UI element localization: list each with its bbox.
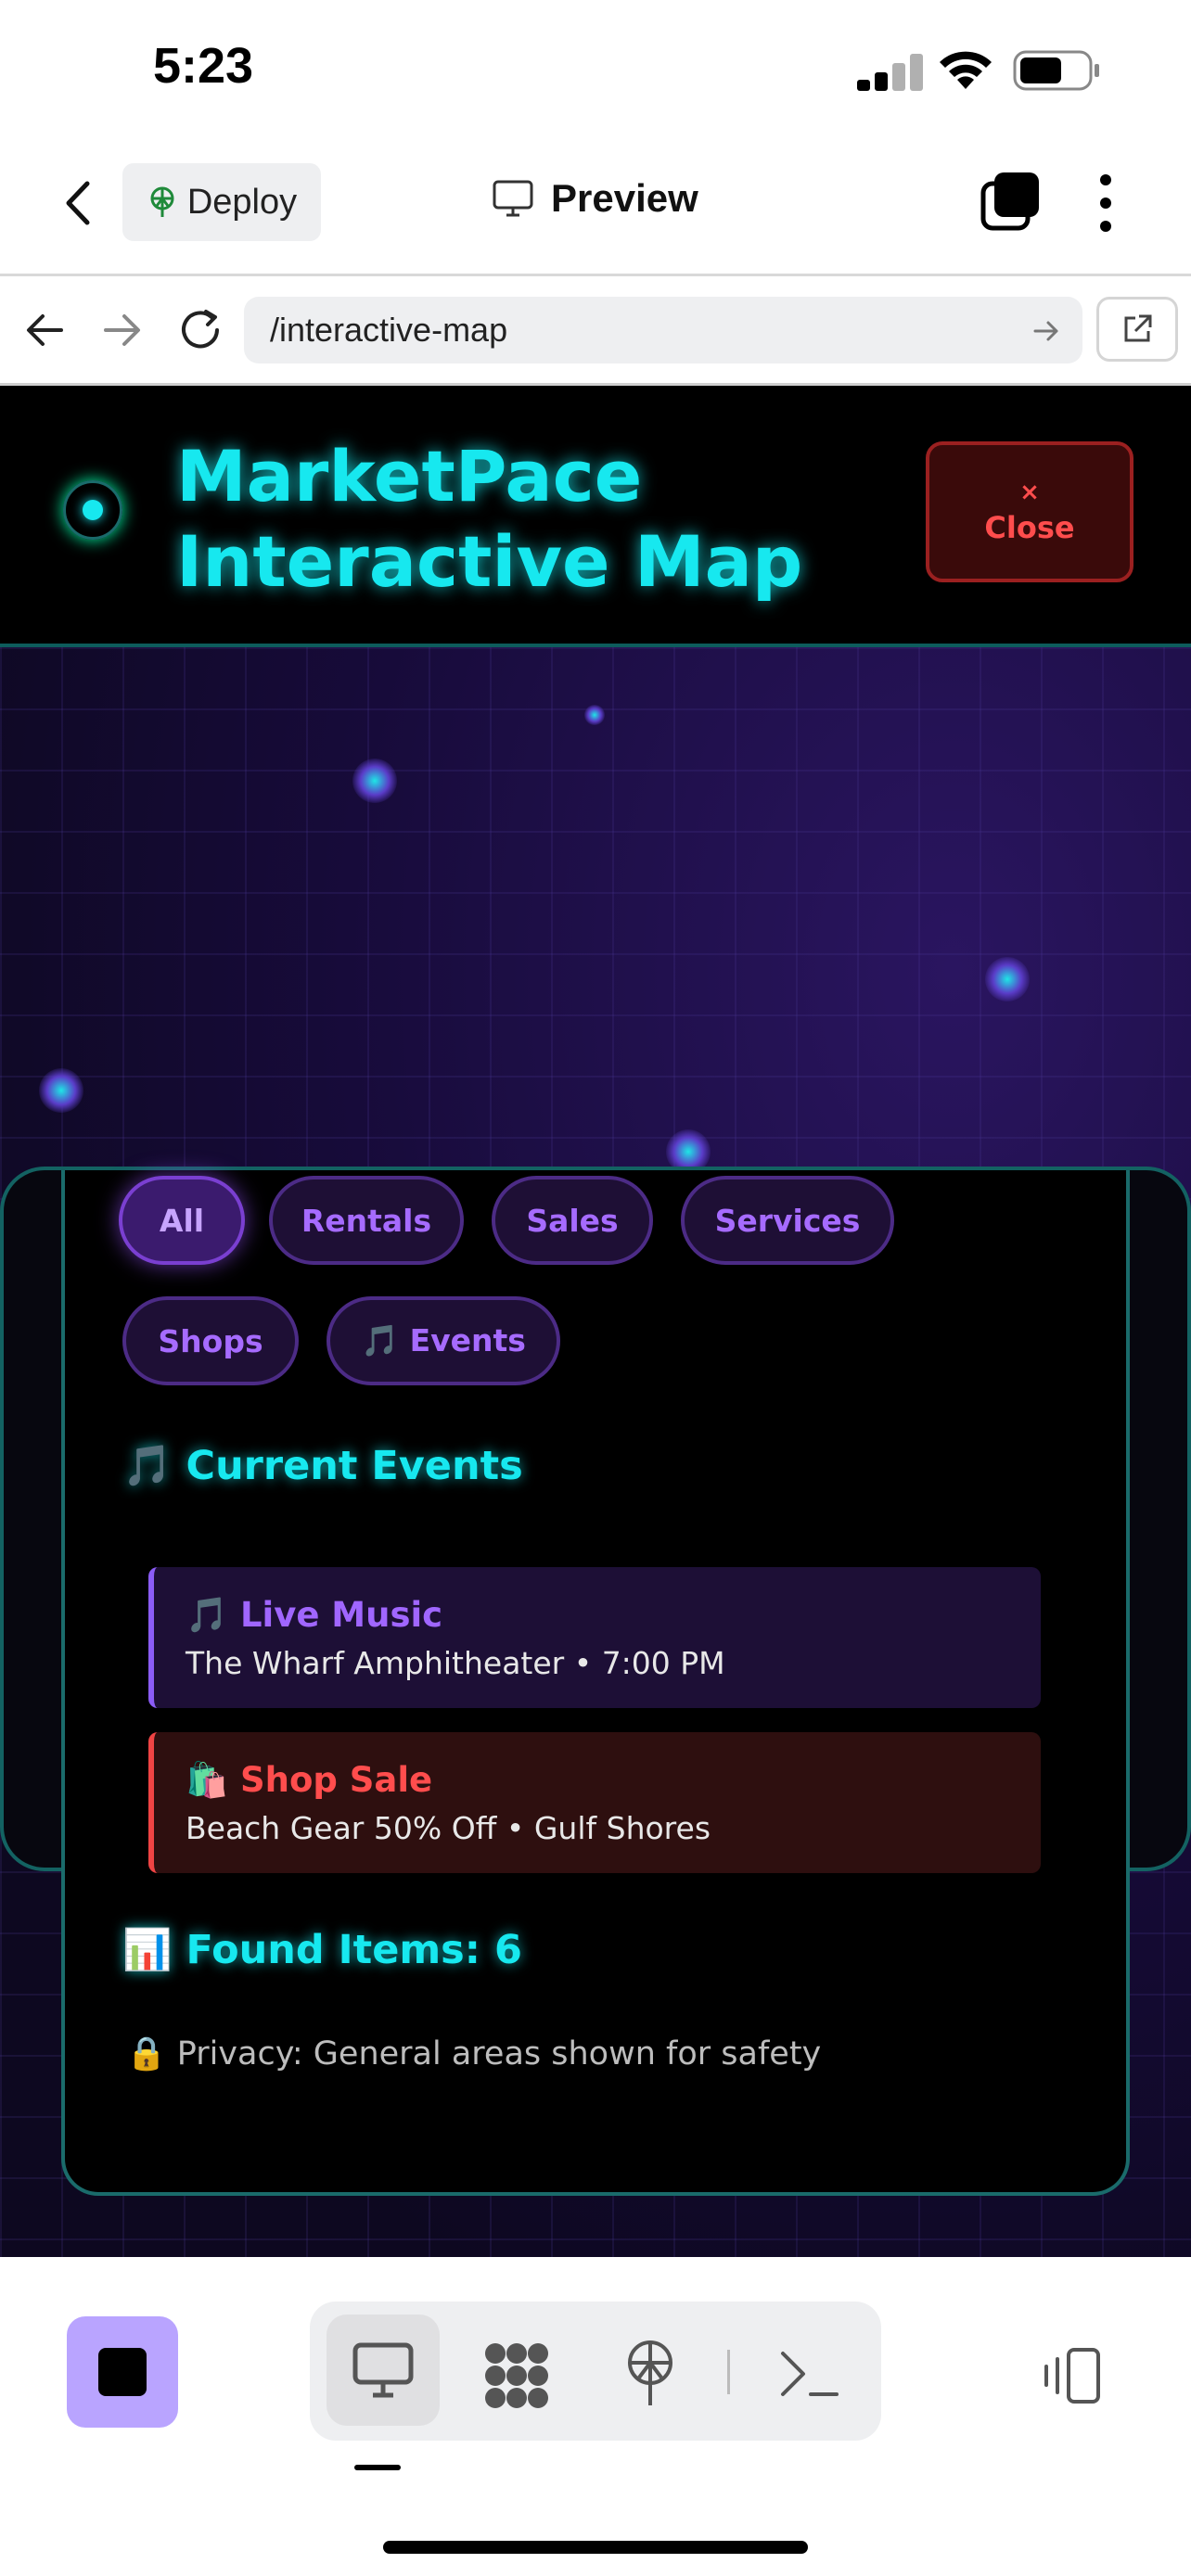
stop-button[interactable] (67, 2316, 178, 2428)
site-header: MarketPace Interactive Map × Close (0, 386, 1191, 647)
home-indicator (383, 2541, 808, 2554)
desktop-icon (352, 2342, 414, 2398)
event-card-live-music[interactable]: 🎵 Live Music The Wharf Amphitheater • 7:… (148, 1567, 1041, 1708)
event-subtitle: The Wharf Amphitheater • 7:00 PM (186, 1645, 725, 1681)
map-marker[interactable] (985, 957, 1030, 1001)
close-button[interactable]: × Close (926, 441, 1133, 582)
cellular-signal-icon (857, 52, 923, 91)
event-subtitle: Beach Gear 50% Off • Gulf Shores (186, 1810, 711, 1846)
more-options-icon[interactable] (1095, 172, 1117, 234)
terminal-icon[interactable] (779, 2348, 840, 2400)
app-header: Deploy Preview (0, 139, 1191, 276)
view-mode-group (310, 2302, 881, 2441)
filter-chip-shops[interactable]: Shops (122, 1296, 299, 1385)
back-chevron-icon[interactable] (58, 178, 100, 228)
map-marker[interactable] (352, 759, 397, 803)
preview-title: Preview (492, 176, 698, 221)
preview-label: Preview (551, 176, 698, 220)
filter-chip-all[interactable]: All (119, 1176, 245, 1265)
url-bar-row: /interactive-map (0, 276, 1191, 386)
external-link-icon (1124, 314, 1152, 342)
deploy-globe-icon[interactable] (623, 2340, 677, 2407)
site-title-line1: MarketPace (176, 435, 643, 517)
status-time: 5:23 (153, 38, 254, 94)
close-icon: × (1019, 478, 1040, 506)
found-items-count: 📊 Found Items: 6 (122, 1927, 522, 1973)
bottom-toolbar (0, 2257, 1191, 2576)
url-field[interactable]: /interactive-map (244, 297, 1082, 363)
battery-icon (1013, 50, 1099, 91)
deploy-icon (150, 186, 174, 217)
components-icon[interactable] (482, 2342, 551, 2409)
privacy-notice: 🔒 Privacy: General areas shown for safet… (126, 2035, 822, 2072)
event-title: 🎵 Live Music (186, 1595, 443, 1635)
url-text: /interactive-map (270, 311, 508, 349)
site-title: MarketPace Interactive Map (176, 434, 802, 605)
nav-back-icon[interactable] (24, 312, 65, 349)
event-card-shop-sale[interactable]: 🛍️ Shop Sale Beach Gear 50% Off • Gulf S… (148, 1732, 1041, 1873)
filter-chip-sales[interactable]: Sales (492, 1176, 653, 1265)
filter-chip-events[interactable]: 🎵 Events (327, 1296, 560, 1385)
current-events-heading: 🎵 Current Events (122, 1443, 523, 1489)
go-arrow-icon[interactable] (1032, 317, 1060, 345)
map-marker[interactable] (584, 705, 605, 725)
desktop-view-button[interactable] (327, 2315, 440, 2426)
device-toggle-icon[interactable] (1035, 2346, 1104, 2407)
filter-chip-rentals[interactable]: Rentals (269, 1176, 464, 1265)
monitor-icon (493, 180, 533, 217)
status-bar: 5:23 (0, 0, 1191, 139)
active-tab-indicator (354, 2465, 401, 2470)
filter-chip-services[interactable]: Services (681, 1176, 894, 1265)
deploy-button[interactable]: Deploy (122, 163, 321, 241)
close-label: Close (984, 510, 1075, 545)
logo-icon (63, 480, 122, 540)
wifi-icon (940, 51, 992, 89)
reload-icon[interactable] (178, 308, 224, 352)
tabs-icon[interactable] (980, 171, 1041, 232)
open-external-button[interactable] (1096, 297, 1178, 362)
stop-icon (98, 2348, 147, 2396)
map-marker[interactable] (39, 1068, 83, 1113)
site-title-line2: Interactive Map (176, 520, 803, 603)
deploy-label: Deploy (186, 182, 298, 222)
event-title: 🛍️ Shop Sale (186, 1760, 433, 1800)
nav-forward-icon[interactable] (102, 312, 143, 349)
toolbar-divider (727, 2350, 730, 2394)
